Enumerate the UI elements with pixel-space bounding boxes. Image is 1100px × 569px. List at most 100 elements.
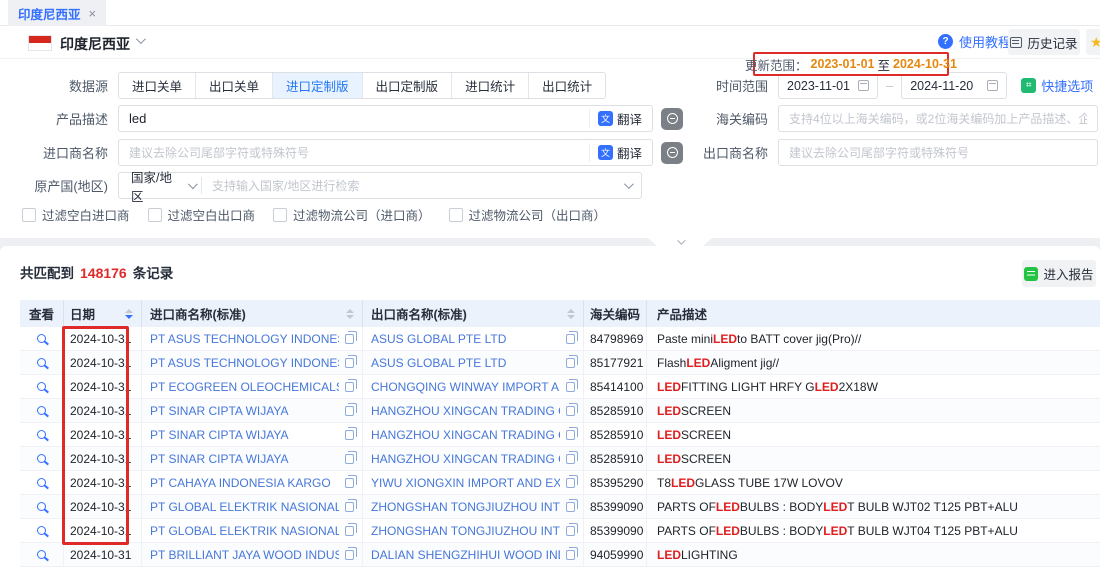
copy-icon[interactable]: [345, 358, 354, 368]
magnifier-icon[interactable]: [37, 526, 46, 535]
copy-icon[interactable]: [345, 550, 354, 560]
copy-icon[interactable]: [566, 334, 575, 344]
magnifier-icon[interactable]: [37, 334, 46, 343]
start-date-input[interactable]: 2023-11-01: [778, 72, 878, 99]
importer-link[interactable]: PT ASUS TECHNOLOGY INDONESIA BA...: [150, 332, 339, 346]
translate-button[interactable]: 文 翻译: [589, 109, 642, 128]
importer-link[interactable]: PT ECOGREEN OLEOCHEMICALS: [150, 380, 339, 394]
sort-carets-icon[interactable]: [125, 309, 133, 319]
translate-button[interactable]: 文 翻译: [589, 143, 642, 162]
product-desc-input[interactable]: led 文 翻译: [118, 105, 653, 132]
view-cell[interactable]: [20, 399, 63, 422]
favorite-button[interactable]: ★: [1086, 29, 1100, 55]
exporter-link[interactable]: ASUS GLOBAL PTE LTD: [371, 356, 560, 370]
copy-icon[interactable]: [566, 526, 575, 536]
view-cell[interactable]: [20, 519, 63, 542]
importer-link[interactable]: PT SINAR CIPTA WIJAYA: [150, 428, 339, 442]
view-cell[interactable]: [20, 327, 63, 350]
view-cell[interactable]: [20, 543, 63, 566]
origin-search-input[interactable]: 支持输入国家/地区进行检索: [202, 177, 624, 194]
copy-icon[interactable]: [345, 406, 354, 416]
magnifier-icon[interactable]: [37, 358, 46, 367]
copy-icon[interactable]: [345, 478, 354, 488]
importer-link[interactable]: PT GLOBAL ELEKTRIK NASIONAL: [150, 524, 339, 538]
exporter-link[interactable]: HANGZHOU XINGCAN TRADING CO LTD: [371, 404, 560, 418]
copy-icon[interactable]: [566, 358, 575, 368]
copy-icon[interactable]: [345, 526, 354, 536]
importer-link[interactable]: PT SINAR CIPTA WIJAYA: [150, 404, 339, 418]
view-cell[interactable]: [20, 447, 63, 470]
view-cell[interactable]: [20, 351, 63, 374]
exporter-input[interactable]: 建议去除公司尾部字符或特殊符号: [778, 139, 1098, 166]
magnifier-icon[interactable]: [37, 454, 46, 463]
hs-code-input[interactable]: 支持4位以上海关编码，或2位海关编码加上产品描述、企业名称的任意信息: [778, 105, 1098, 132]
magnifier-icon[interactable]: [37, 382, 46, 391]
exporter-link[interactable]: HANGZHOU XINGCAN TRADING CO LTD: [371, 428, 560, 442]
checkbox-filter-blank-importer[interactable]: 过滤空白进口商: [22, 205, 130, 224]
close-icon[interactable]: ×: [89, 7, 97, 20]
view-cell[interactable]: [20, 375, 63, 398]
copy-icon[interactable]: [566, 406, 575, 416]
tab-export-statistics[interactable]: 出口统计: [528, 73, 605, 98]
exporter-link[interactable]: ASUS GLOBAL PTE LTD: [371, 332, 560, 346]
history-button[interactable]: 历史记录: [1008, 29, 1080, 55]
origin-select[interactable]: 国家/地区: [119, 167, 195, 205]
tab-import-declarations[interactable]: 进口关单: [119, 73, 195, 98]
enter-report-button[interactable]: 进入报告: [1022, 260, 1096, 287]
header-exporter[interactable]: 出口商名称(标准): [362, 300, 583, 327]
exporter-link[interactable]: DALIAN SHENGZHIHUI WOOD INDUST...: [371, 548, 560, 562]
sort-carets-icon[interactable]: [567, 309, 575, 319]
checkbox-filter-logistics-exporter[interactable]: 过滤物流公司（出口商）: [449, 205, 607, 224]
exporter-link[interactable]: HANGZHOU XINGCAN TRADING CO LTD: [371, 452, 560, 466]
tab-export-custom[interactable]: 出口定制版: [362, 73, 452, 98]
tutorial-button[interactable]: ? 使用教程: [938, 32, 1011, 51]
copy-icon[interactable]: [345, 334, 354, 344]
match-mode-button[interactable]: [661, 142, 683, 164]
tab-import-custom[interactable]: 进口定制版: [272, 73, 362, 98]
exporter-link[interactable]: YIWU XIONGXIN IMPORT AND EXPORT...: [371, 476, 560, 490]
copy-icon[interactable]: [345, 502, 354, 512]
copy-icon[interactable]: [566, 502, 575, 512]
header-importer[interactable]: 进口商名称(标准): [141, 300, 362, 327]
view-cell[interactable]: [20, 495, 63, 518]
header-date[interactable]: 日期: [63, 300, 141, 327]
exporter-link[interactable]: ZHONGSHAN TONGJIUZHOU INTERNA...: [371, 500, 560, 514]
tab-import-statistics[interactable]: 进口统计: [451, 73, 528, 98]
exporter-link[interactable]: ZHONGSHAN TONGJIUZHOU INTERNA...: [371, 524, 560, 538]
checkbox-filter-logistics-importer[interactable]: 过滤物流公司（进口商）: [273, 205, 431, 224]
translate-icon: 文: [598, 111, 613, 126]
importer-input[interactable]: 建议去除公司尾部字符或特殊符号 文 翻译: [118, 139, 653, 166]
importer-link[interactable]: PT GLOBAL ELEKTRIK NASIONAL: [150, 500, 339, 514]
magnifier-icon[interactable]: [37, 406, 46, 415]
magnifier-icon[interactable]: [37, 502, 46, 511]
copy-icon[interactable]: [345, 382, 354, 392]
chevron-down-icon[interactable]: [136, 34, 146, 44]
magnifier-icon[interactable]: [37, 478, 46, 487]
exporter-link[interactable]: CHONGQING WINWAY IMPORT AND E...: [371, 380, 560, 394]
page-tab-indonesia[interactable]: 印度尼西亚 ×: [8, 0, 106, 26]
tab-export-declarations[interactable]: 出口关单: [195, 73, 272, 98]
copy-icon[interactable]: [345, 454, 354, 464]
chevron-down-icon[interactable]: [624, 179, 634, 189]
importer-link[interactable]: PT CAHAYA INDONESIA KARGO: [150, 476, 339, 490]
copy-icon[interactable]: [566, 550, 575, 560]
view-cell[interactable]: [20, 471, 63, 494]
quick-options-button[interactable]: ⌗ 快捷选项: [1021, 76, 1093, 95]
magnifier-icon[interactable]: [37, 430, 46, 439]
sort-carets-icon[interactable]: [346, 309, 354, 319]
copy-icon[interactable]: [566, 454, 575, 464]
copy-icon[interactable]: [566, 382, 575, 392]
copy-icon[interactable]: [345, 430, 354, 440]
end-date-input[interactable]: 2024-11-20: [901, 72, 1007, 99]
magnifier-icon[interactable]: [37, 550, 46, 559]
country-name[interactable]: 印度尼西亚: [60, 34, 130, 54]
checkbox-filter-blank-exporter[interactable]: 过滤空白出口商: [148, 205, 256, 224]
importer-link[interactable]: PT ASUS TECHNOLOGY INDONESIA BA...: [150, 356, 339, 370]
match-mode-button[interactable]: [661, 108, 683, 130]
importer-link[interactable]: PT SINAR CIPTA WIJAYA: [150, 452, 339, 466]
view-cell[interactable]: [20, 423, 63, 446]
copy-icon[interactable]: [566, 478, 575, 488]
importer-link[interactable]: PT BRILLIANT JAYA WOOD INDUSTRY: [150, 548, 339, 562]
copy-icon[interactable]: [566, 430, 575, 440]
product-cell: LED SCREEN: [646, 399, 1100, 422]
